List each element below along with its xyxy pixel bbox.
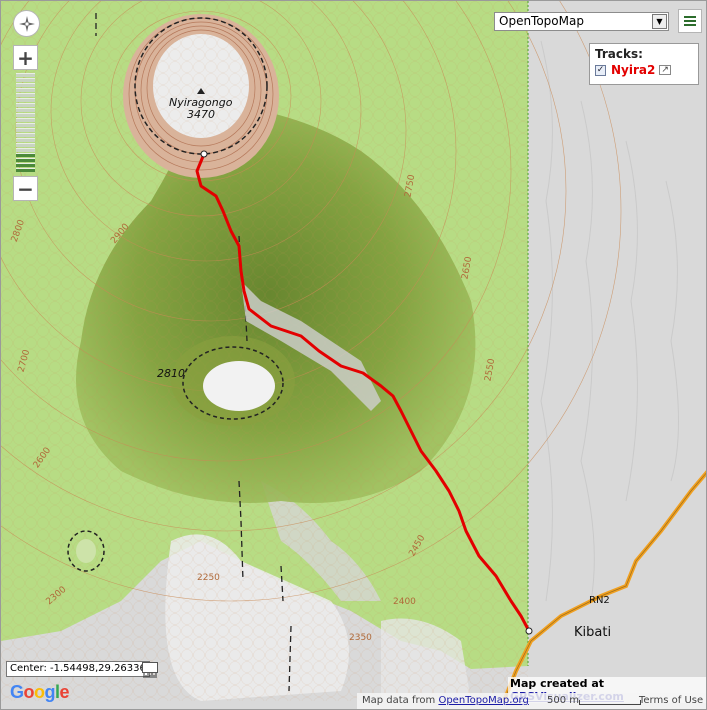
- map-data-attribution: Map data from OpenTopoMap.org: [362, 695, 529, 706]
- scale-label[interactable]: 500 m: [547, 695, 579, 706]
- menu-button[interactable]: [678, 9, 702, 33]
- compass-icon: [18, 15, 35, 32]
- crater-elevation-label: 2810: [157, 367, 185, 380]
- road-label: RN2: [589, 595, 610, 606]
- ruler-icon[interactable]: [142, 662, 158, 678]
- zoom-out-button[interactable]: −: [13, 176, 38, 201]
- tracks-title: Tracks:: [595, 47, 643, 61]
- tracks-legend: Tracks: ✓ Nyira2 ↗: [589, 43, 699, 85]
- zoom-in-button[interactable]: +: [13, 45, 38, 70]
- map-data-prefix: Map data from: [362, 695, 436, 706]
- zoom-slider[interactable]: [16, 73, 35, 173]
- dropdown-arrow-icon: ▼: [652, 14, 667, 29]
- track-checkbox[interactable]: ✓: [595, 64, 606, 76]
- scale-bar: [579, 700, 641, 705]
- external-link-icon[interactable]: ↗: [659, 65, 671, 75]
- track-name[interactable]: Nyira2: [611, 63, 655, 77]
- pan-control[interactable]: [13, 10, 40, 37]
- contour-label: 2400: [393, 597, 416, 607]
- center-coordinates: Center: -1.54498,29.26336: [6, 661, 150, 677]
- peak-elevation-label: 3470: [187, 108, 215, 121]
- attribution-bar: Map data from OpenTopoMap.org 500 m Term…: [357, 693, 706, 709]
- map-type-value: OpenTopoMap: [499, 14, 584, 28]
- terms-of-use-link[interactable]: Terms of Use: [639, 695, 703, 706]
- contour-label: 2350: [349, 633, 372, 643]
- track-item[interactable]: ✓ Nyira2 ↗: [595, 63, 693, 77]
- ruler-ticks: [143, 673, 157, 678]
- map-type-select[interactable]: OpenTopoMap ▼: [494, 12, 669, 31]
- google-logo: Google: [10, 682, 70, 702]
- contour-label: 2250: [197, 573, 220, 583]
- created-prefix: Map created at: [510, 677, 605, 690]
- map-viewport[interactable]: Nyiragongo 3470 2810 Kibati RN2 2800 270…: [0, 0, 707, 710]
- opentopomap-link[interactable]: OpenTopoMap.org: [438, 695, 528, 706]
- town-label: Kibati: [574, 625, 612, 640]
